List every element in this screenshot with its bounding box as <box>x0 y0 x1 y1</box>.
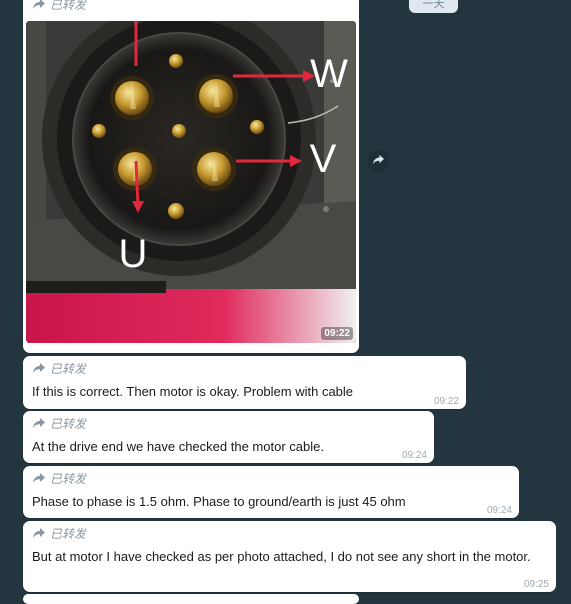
forwarded-label: 已转发 <box>50 361 87 376</box>
message-text: At the drive end we have checked the mot… <box>32 439 324 454</box>
message-text: If this is correct. Then motor is okay. … <box>32 384 354 399</box>
message-text: But at motor I have checked as per photo… <box>32 549 531 564</box>
photo-label-w: W <box>310 52 348 96</box>
forwarded-header: 已转发 <box>32 470 86 486</box>
message-text: Phase to phase is 1.5 ohm. Phase to grou… <box>32 494 406 509</box>
forwarded-label: 已转发 <box>50 0 87 12</box>
top-chip: 一天 <box>409 0 458 13</box>
message-bubble[interactable]: 已转发 But at motor I have checked as per p… <box>23 521 556 592</box>
photo-label-u: U <box>119 232 148 276</box>
share-button[interactable] <box>367 150 389 172</box>
message-time: 09:22 <box>321 327 353 340</box>
message-time: 09:22 <box>433 396 459 407</box>
message-time: 09:24 <box>401 450 427 461</box>
forwarded-label: 已转发 <box>50 526 87 541</box>
message-time: 09:25 <box>523 579 549 590</box>
message-bubble[interactable]: 已转发 If this is correct. Then motor is ok… <box>23 356 466 409</box>
forward-arrow-icon <box>32 472 46 484</box>
forwarded-header: 已转发 <box>32 0 86 12</box>
forward-arrow-icon <box>32 417 46 429</box>
share-icon <box>372 152 385 170</box>
connector-photo[interactable]: W V U 09:22 <box>26 21 356 343</box>
forwarded-label: 已转发 <box>50 416 87 431</box>
image-message-bubble[interactable]: 已转发 W V U 09:22 <box>23 0 359 353</box>
forwarded-label: 已转发 <box>50 471 87 486</box>
forward-arrow-icon <box>32 362 46 374</box>
forwarded-header: 已转发 <box>32 525 86 541</box>
forwarded-header: 已转发 <box>32 360 86 376</box>
next-message-bubble[interactable] <box>23 594 359 604</box>
forward-arrow-icon <box>32 527 46 539</box>
message-time: 09:24 <box>486 505 512 516</box>
forwarded-header: 已转发 <box>32 415 86 431</box>
photo-label-v: V <box>310 137 337 181</box>
message-bubble[interactable]: 已转发 At the drive end we have checked the… <box>23 411 434 463</box>
message-bubble[interactable]: 已转发 Phase to phase is 1.5 ohm. Phase to … <box>23 466 519 518</box>
forward-arrow-icon <box>32 0 46 10</box>
